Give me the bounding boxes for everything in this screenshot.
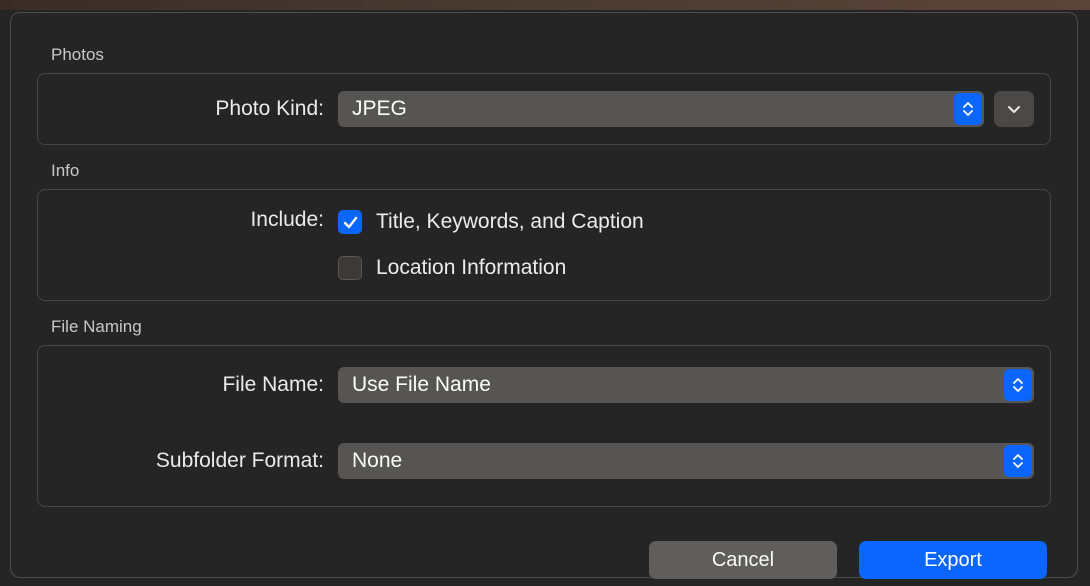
select-arrows-icon (1004, 369, 1032, 401)
file-name-label: File Name: (54, 373, 324, 397)
section-info: Include: Title, Keywords, and Caption Lo… (37, 189, 1051, 301)
checkbox-label-title-keywords-caption: Title, Keywords, and Caption (376, 210, 644, 234)
file-name-value: Use File Name (352, 373, 491, 397)
section-label-info: Info (37, 161, 1051, 181)
section-file-naming: File Name: Use File Name Subfolder Forma… (37, 345, 1051, 507)
subfolder-format-select[interactable]: None (338, 443, 1034, 479)
select-arrows-icon (954, 93, 982, 125)
expand-options-button[interactable] (994, 91, 1034, 127)
row-photo-kind: Photo Kind: JPEG (54, 88, 1034, 130)
dialog-footer: Cancel Export (37, 523, 1051, 579)
row-include: Include: Title, Keywords, and Caption Lo… (54, 204, 1034, 286)
checkbox-row-location-information: Location Information (338, 250, 1034, 286)
export-dialog: Photos Photo Kind: JPEG Info Include: (10, 12, 1078, 578)
section-photos: Photo Kind: JPEG (37, 73, 1051, 145)
photo-kind-value: JPEG (352, 97, 407, 121)
check-icon (343, 216, 358, 229)
checkbox-title-keywords-caption[interactable] (338, 210, 362, 234)
export-button[interactable]: Export (859, 541, 1047, 579)
section-label-file-naming: File Naming (37, 317, 1051, 337)
photo-kind-label: Photo Kind: (54, 97, 324, 121)
checkbox-row-title-keywords-caption: Title, Keywords, and Caption (338, 204, 1034, 240)
checkbox-label-location-information: Location Information (376, 256, 566, 280)
checkbox-location-information[interactable] (338, 256, 362, 280)
cancel-button[interactable]: Cancel (649, 541, 837, 579)
include-label: Include: (54, 204, 324, 232)
section-label-photos: Photos (37, 45, 1051, 65)
row-file-name: File Name: Use File Name (54, 364, 1034, 406)
chevron-down-icon (1007, 105, 1021, 114)
photo-kind-select[interactable]: JPEG (338, 91, 984, 127)
file-name-select[interactable]: Use File Name (338, 367, 1034, 403)
subfolder-format-label: Subfolder Format: (54, 449, 324, 473)
select-arrows-icon (1004, 445, 1032, 477)
row-subfolder-format: Subfolder Format: None (54, 440, 1034, 482)
subfolder-format-value: None (352, 449, 402, 473)
